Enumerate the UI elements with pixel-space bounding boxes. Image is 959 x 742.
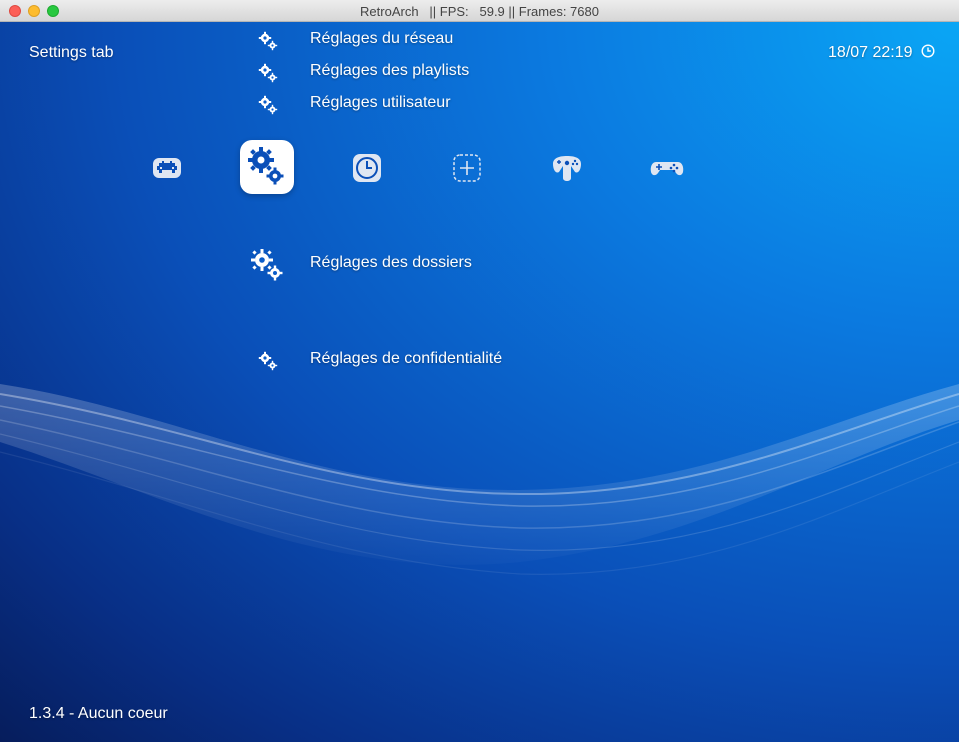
tab-main-menu[interactable] — [147, 148, 187, 188]
gamepad-icon — [650, 162, 684, 176]
title-bar[interactable]: RetroArch || FPS: 59.9 || Frames: 7680 — [0, 0, 959, 22]
tab-history[interactable] — [347, 148, 387, 188]
menu-item-label: Réglages des dossiers — [310, 254, 472, 271]
retroarch-window: RetroArch || FPS: 59.9 || Frames: 7680 S… — [0, 0, 959, 742]
add-content-icon — [453, 154, 481, 182]
menu-item-network[interactable]: Réglages du réseau — [0, 26, 700, 54]
tab-add-content[interactable] — [447, 148, 487, 188]
version-footer: 1.3.4 - Aucun coeur — [29, 705, 168, 722]
window-title: RetroArch || FPS: 59.9 || Frames: 7680 — [360, 4, 599, 19]
history-clock-icon — [353, 154, 381, 182]
retroarch-invader-icon — [153, 158, 181, 178]
clock-text: 18/07 22:19 — [828, 44, 913, 61]
small-gears-icon — [258, 351, 278, 371]
tab-gamepad-playlist[interactable] — [647, 148, 687, 188]
menu-item-user[interactable]: Réglages utilisateur — [0, 90, 700, 118]
menu-item-label: Réglages du réseau — [310, 30, 454, 47]
menu-item-playlists[interactable]: Réglages des playlists — [0, 58, 700, 86]
menu-item-label: Réglages de confidentialité — [310, 350, 503, 367]
menu-item-directories-selected[interactable]: Réglages des dossiers — [0, 249, 700, 281]
small-gears-icon — [258, 63, 278, 83]
tab-settings[interactable] — [240, 140, 294, 194]
ribbon-wave-background — [0, 384, 959, 575]
small-gears-icon — [258, 31, 278, 51]
clock: 18/07 22:19 — [828, 44, 935, 62]
menu-item-label: Réglages des playlists — [310, 62, 470, 79]
tab-n64-playlist[interactable] — [547, 148, 587, 188]
xmb-tab-bar — [0, 140, 959, 196]
menu-item-privacy[interactable]: Réglages de confidentialité — [0, 346, 700, 374]
xmb-screen: Settings tab 18/07 22:19 Réglages du rés… — [0, 22, 959, 742]
small-gears-icon — [258, 95, 278, 115]
clock-icon — [921, 44, 935, 58]
settings-gears-icon — [248, 147, 284, 185]
menu-item-label: Réglages utilisateur — [310, 94, 451, 111]
n64-controller-icon — [553, 156, 581, 181]
large-gears-icon — [251, 249, 283, 281]
